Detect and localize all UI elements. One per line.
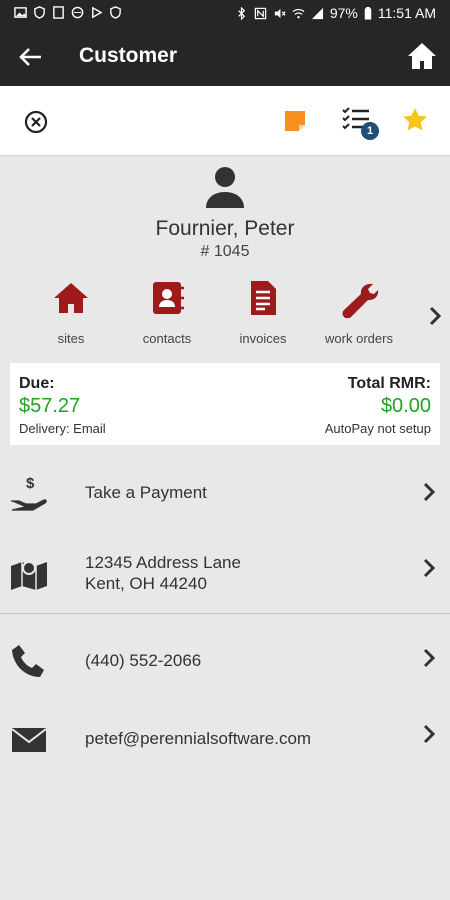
status-bar: 97% 11:51 AM — [0, 0, 450, 28]
chevron-right-icon — [423, 724, 436, 744]
quick-action-label: contacts — [142, 331, 192, 346]
map-icon — [11, 561, 47, 590]
signal-icon — [311, 7, 323, 19]
take-payment-row[interactable]: $ Take a Payment — [0, 468, 450, 518]
address-line1: 12345 Address Lane — [85, 553, 241, 572]
quick-action-work-orders[interactable]: work orders — [309, 278, 409, 346]
nfc-icon — [254, 7, 267, 19]
play-store-icon — [92, 6, 103, 19]
address-row[interactable]: 12345 Address Lane Kent, OH 44240 — [0, 542, 450, 602]
svg-text:$: $ — [26, 475, 35, 492]
battery-percent: 97% — [329, 5, 358, 21]
divider — [0, 613, 450, 614]
document-icon — [53, 6, 64, 19]
phone-number: (440) 552-2066 — [85, 651, 202, 670]
due-label: Due: — [19, 375, 55, 392]
quick-action-label: invoices — [239, 331, 287, 346]
address-line2: Kent, OH 44240 — [85, 574, 207, 593]
bluetooth-icon — [238, 6, 245, 20]
due-amount: $57.27 — [19, 395, 81, 417]
person-icon — [206, 167, 244, 208]
customer-header: Fournier, Peter # 1045 — [0, 160, 450, 261]
action-toolbar: 1 — [0, 86, 450, 156]
rmr-section: Total RMR: $0.00 AutoPay not setup — [325, 375, 431, 436]
app-bar: Customer — [0, 28, 450, 86]
invoice-icon — [251, 281, 276, 315]
chevron-right-icon — [423, 482, 436, 502]
customer-name: Fournier, Peter — [155, 217, 295, 240]
email-address: petef@perennialsoftware.com — [85, 729, 312, 748]
clock: 11:51 AM — [377, 5, 436, 21]
envelope-icon — [11, 728, 47, 752]
checklist-button[interactable]: 1 — [341, 106, 381, 142]
autopay-status: AutoPay not setup — [324, 421, 431, 436]
billing-summary-card: Due: $57.27 Delivery: Email Total RMR: $… — [10, 363, 440, 445]
home-icon[interactable] — [406, 40, 438, 72]
contact-book-icon — [153, 282, 184, 314]
quick-action-label: work orders — [325, 331, 393, 346]
phone-icon — [12, 645, 44, 677]
back-arrow-icon[interactable] — [16, 42, 46, 72]
chevron-right-icon — [423, 648, 436, 668]
system-icons: 97% 11:51 AM — [235, 5, 436, 21]
battery-icon — [364, 6, 372, 20]
sticky-note-icon[interactable] — [282, 108, 308, 134]
quick-action-contacts[interactable]: contacts — [117, 278, 217, 346]
quick-actions: sites contacts invoices work orders — [0, 278, 450, 358]
chevron-right-icon — [423, 558, 436, 578]
hand-dollar-icon: $ — [11, 475, 47, 511]
take-payment-label: Take a Payment — [85, 483, 207, 502]
page-title: Customer — [79, 44, 178, 67]
quick-action-label: sites — [57, 331, 85, 346]
address-text: 12345 Address Lane Kent, OH 44240 — [85, 552, 241, 594]
vpn-icon — [71, 6, 84, 19]
quick-action-invoices[interactable]: invoices — [213, 278, 313, 346]
rmr-amount: $0.00 — [380, 395, 431, 417]
mute-icon — [274, 8, 286, 18]
checklist-count-badge: 1 — [361, 122, 379, 140]
due-section: Due: $57.27 Delivery: Email — [19, 375, 106, 436]
close-circle-icon[interactable] — [22, 108, 50, 136]
shield-icon — [34, 6, 45, 19]
chevron-right-icon[interactable] — [426, 304, 444, 328]
customer-number: # 1045 — [200, 243, 250, 260]
rmr-label: Total RMR: — [347, 375, 431, 392]
home-icon — [54, 283, 88, 313]
notification-icons — [14, 6, 122, 19]
shield-icon — [110, 6, 121, 19]
star-icon[interactable] — [401, 106, 429, 134]
wrench-icon — [342, 283, 379, 318]
quick-action-sites[interactable]: sites — [21, 278, 121, 346]
wifi-icon — [292, 8, 305, 18]
image-icon — [14, 7, 27, 18]
phone-row[interactable]: (440) 552-2066 — [0, 636, 450, 686]
delivery-method: Delivery: Email — [19, 421, 106, 436]
email-row[interactable]: petef@perennialsoftware.com — [0, 714, 450, 764]
